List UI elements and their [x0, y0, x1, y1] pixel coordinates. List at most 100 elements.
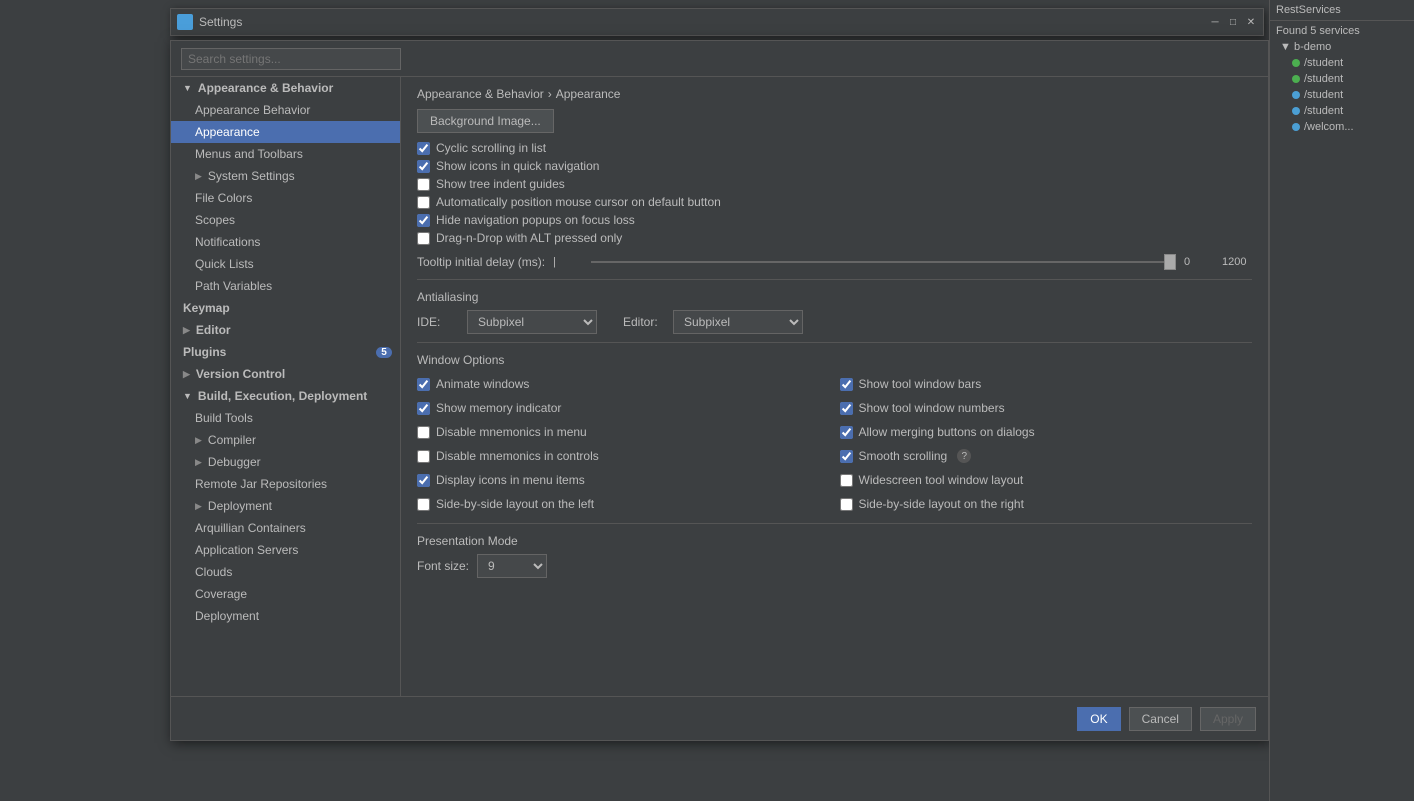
auto-position-mouse-label: Automatically position mouse cursor on d…	[436, 195, 721, 209]
allow-merging-buttons-row: Allow merging buttons on dialogs	[840, 425, 1253, 439]
antialiasing-title: Antialiasing	[417, 290, 1252, 304]
service-item-4[interactable]: /student	[1276, 103, 1408, 119]
ide-aa-row: IDE: Subpixel Grayscale None Editor: Sub…	[417, 310, 1252, 334]
sidebar-item-debugger[interactable]: ▶ Debugger	[171, 451, 400, 473]
service-name-1: /student	[1304, 57, 1343, 69]
animate-windows-label: Animate windows	[436, 377, 529, 391]
sidebar-item-editor[interactable]: ▶ Editor	[171, 319, 400, 341]
maximize-button[interactable]: □	[1225, 14, 1241, 30]
side-by-side-right-checkbox[interactable]	[840, 498, 853, 511]
sidebar-item-label: Build Tools	[195, 411, 253, 425]
sidebar-item-label: Appearance & Behavior	[198, 81, 333, 95]
expand-arrow: ▶	[195, 457, 202, 468]
sidebar-item-label: Path Variables	[195, 279, 272, 293]
show-icons-quick-nav-checkbox[interactable]	[417, 160, 430, 173]
animate-windows-checkbox[interactable]	[417, 378, 430, 391]
show-tree-indent-label: Show tree indent guides	[436, 177, 565, 191]
title-bar: Settings ─ □ ✕	[170, 8, 1264, 36]
drag-drop-alt-checkbox[interactable]	[417, 232, 430, 245]
service-item-3[interactable]: /student	[1276, 87, 1408, 103]
display-icons-menu-checkbox[interactable]	[417, 474, 430, 487]
service-name-2: /student	[1304, 73, 1343, 85]
show-tree-indent-checkbox[interactable]	[417, 178, 430, 191]
sidebar-item-clouds[interactable]: Clouds	[171, 561, 400, 583]
b-demo-expand[interactable]: ▼	[1280, 41, 1291, 53]
sidebar-item-app-servers[interactable]: Application Servers	[171, 539, 400, 561]
sidebar-item-deployment[interactable]: ▶ Deployment	[171, 495, 400, 517]
cyclic-scrolling-row: Cyclic scrolling in list	[417, 141, 1252, 155]
slider-thumb[interactable]	[1164, 254, 1176, 270]
smooth-scrolling-row: Smooth scrolling ?	[840, 449, 1253, 463]
expand-arrow: ▶	[195, 435, 202, 446]
disable-mnemonics-controls-checkbox[interactable]	[417, 450, 430, 463]
sidebar-item-appearance-behavior[interactable]: ▼ Appearance & Behavior	[171, 77, 400, 99]
sidebar-item-plugins[interactable]: Plugins 5	[171, 341, 400, 363]
sidebar-item-path-variables[interactable]: Path Variables	[171, 275, 400, 297]
widescreen-layout-checkbox[interactable]	[840, 474, 853, 487]
settings-sidebar: ▼ Appearance & Behavior Appearance Behav…	[171, 77, 401, 696]
disable-mnemonics-menu-checkbox[interactable]	[417, 426, 430, 439]
service-item-1[interactable]: /student	[1276, 55, 1408, 71]
background-image-button[interactable]: Background Image...	[417, 109, 554, 133]
smooth-scrolling-help[interactable]: ?	[957, 449, 971, 463]
service-item-5[interactable]: /welcom...	[1276, 119, 1408, 135]
side-by-side-left-checkbox[interactable]	[417, 498, 430, 511]
show-tool-window-numbers-checkbox[interactable]	[840, 402, 853, 415]
ide-aa-select[interactable]: Subpixel Grayscale None	[467, 310, 597, 334]
sidebar-item-file-colors[interactable]: File Colors	[171, 187, 400, 209]
service-name-3: /student	[1304, 89, 1343, 101]
sidebar-item-appearance[interactable]: Appearance	[171, 121, 400, 143]
sidebar-item-system-settings[interactable]: ▶ System Settings	[171, 165, 400, 187]
expand-arrow: ▼	[183, 391, 192, 401]
ok-button[interactable]: OK	[1077, 707, 1120, 731]
sidebar-item-label: Menus and Toolbars	[195, 147, 303, 161]
sidebar-item-notifications[interactable]: Notifications	[171, 231, 400, 253]
service-item-2[interactable]: /student	[1276, 71, 1408, 87]
editor-aa-select[interactable]: Subpixel Grayscale None	[673, 310, 803, 334]
search-input[interactable]	[181, 48, 401, 70]
close-button[interactable]: ✕	[1243, 14, 1259, 30]
sidebar-item-deployment2[interactable]: Deployment	[171, 605, 400, 627]
sidebar-item-label: Compiler	[208, 433, 256, 447]
font-size-row: Font size: 9 10 12 14	[417, 554, 1252, 578]
show-memory-indicator-checkbox[interactable]	[417, 402, 430, 415]
sidebar-item-build-execution[interactable]: ▼ Build, Execution, Deployment	[171, 385, 400, 407]
drag-drop-alt-label: Drag-n-Drop with ALT pressed only	[436, 231, 622, 245]
show-icons-quick-nav-label: Show icons in quick navigation	[436, 159, 599, 173]
show-tool-window-numbers-label: Show tool window numbers	[859, 401, 1005, 415]
sidebar-item-arquillian[interactable]: Arquillian Containers	[171, 517, 400, 539]
sidebar-item-label: Arquillian Containers	[195, 521, 306, 535]
auto-position-mouse-checkbox[interactable]	[417, 196, 430, 209]
sidebar-item-label: Quick Lists	[195, 257, 254, 271]
sidebar-item-keymap[interactable]: Keymap	[171, 297, 400, 319]
divider1	[417, 279, 1252, 280]
sidebar-item-label: Deployment	[208, 499, 272, 513]
ide-aa-label: IDE:	[417, 315, 457, 329]
divider2	[417, 342, 1252, 343]
sidebar-item-label: Plugins	[183, 345, 226, 359]
sidebar-item-compiler[interactable]: ▶ Compiler	[171, 429, 400, 451]
smooth-scrolling-checkbox[interactable]	[840, 450, 853, 463]
show-tool-window-bars-checkbox[interactable]	[840, 378, 853, 391]
hide-nav-popups-checkbox[interactable]	[417, 214, 430, 227]
sidebar-item-scopes[interactable]: Scopes	[171, 209, 400, 231]
apply-button[interactable]: Apply	[1200, 707, 1256, 731]
cyclic-scrolling-checkbox[interactable]	[417, 142, 430, 155]
font-size-select[interactable]: 9 10 12 14	[477, 554, 547, 578]
sidebar-item-quick-lists[interactable]: Quick Lists	[171, 253, 400, 275]
dialog-footer: OK Cancel Apply	[171, 696, 1268, 740]
sidebar-item-appearance-behavior-sub[interactable]: Appearance Behavior	[171, 99, 400, 121]
cancel-button[interactable]: Cancel	[1129, 707, 1192, 731]
settings-content: Appearance & Behavior › Appearance Backg…	[401, 77, 1268, 696]
side-by-side-right-row: Side-by-side layout on the right	[840, 497, 1253, 511]
sidebar-item-menus-toolbars[interactable]: Menus and Toolbars	[171, 143, 400, 165]
sidebar-item-label: Deployment	[195, 609, 259, 623]
sidebar-item-version-control[interactable]: ▶ Version Control	[171, 363, 400, 385]
minimize-button[interactable]: ─	[1207, 14, 1223, 30]
allow-merging-buttons-checkbox[interactable]	[840, 426, 853, 439]
dialog-overlay: Settings ─ □ ✕ ▼ Appearance & Behavior A…	[0, 0, 1414, 801]
slider-min: |	[553, 256, 583, 268]
sidebar-item-coverage[interactable]: Coverage	[171, 583, 400, 605]
sidebar-item-remote-jar[interactable]: Remote Jar Repositories	[171, 473, 400, 495]
sidebar-item-build-tools[interactable]: Build Tools	[171, 407, 400, 429]
